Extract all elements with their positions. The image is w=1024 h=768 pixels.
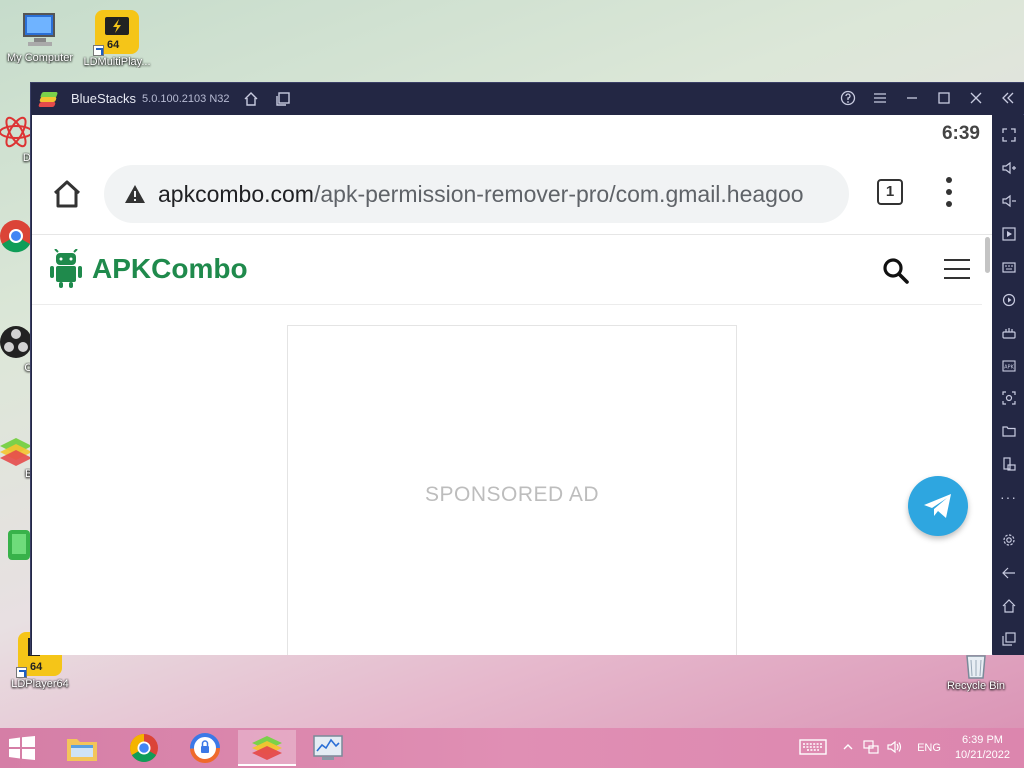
bluestacks-window: BlueStacks 5.0.100.2103 N32 6:39 apkcomb… [30, 82, 1024, 655]
media-manager-icon[interactable] [993, 218, 1024, 251]
computer-icon [18, 8, 62, 52]
scrollbar-thumb[interactable] [985, 237, 990, 273]
chrome-icon [130, 734, 158, 762]
ldmultiplayer-icon: 64 [93, 8, 141, 56]
tab-switcher-button[interactable]: 1 [877, 179, 903, 205]
folder-icon[interactable] [993, 415, 1024, 448]
window-title: BlueStacks [71, 91, 137, 106]
monitor-chart-icon [313, 735, 343, 760]
bluestacks-icon [252, 736, 282, 760]
multi-instance-icon[interactable] [272, 88, 294, 110]
bluestacks-titlebar[interactable]: BlueStacks 5.0.100.2103 N32 [31, 83, 1024, 114]
more-icon[interactable]: ··· [993, 481, 1024, 514]
ad-label: SPONSORED AD [424, 483, 600, 506]
keyboard-icon[interactable] [993, 251, 1024, 284]
minimize-icon[interactable] [901, 87, 923, 109]
site-name[interactable]: APKCombo [92, 253, 248, 285]
shortcut-arrow-icon [93, 45, 104, 56]
volume-icon[interactable] [887, 740, 903, 757]
game-controls-icon[interactable] [993, 316, 1024, 349]
touch-keyboard-icon[interactable] [799, 738, 827, 758]
desktop-icon-label: My Computer [6, 52, 74, 64]
telegram-button[interactable] [908, 476, 968, 536]
home-icon[interactable] [993, 589, 1024, 622]
desktop-icon-label: LDMultiPlay... [83, 56, 151, 68]
android-screen[interactable]: 6:39 apkcombo.com/apk-permission-remover… [32, 115, 992, 655]
help-icon[interactable] [837, 87, 859, 109]
overflow-menu-icon[interactable] [944, 177, 954, 207]
network-icon[interactable] [863, 739, 879, 757]
recycle-bin-icon [961, 652, 991, 680]
android-robot-logo-icon[interactable] [48, 248, 84, 289]
settings-icon[interactable] [993, 524, 1024, 557]
desktop-icon-my-computer[interactable]: My Computer [0, 8, 80, 64]
rotate-icon[interactable] [993, 448, 1024, 481]
taskbar-chrome[interactable] [115, 730, 173, 766]
system-tray: ENG 6:39 PM 10/21/2022 [799, 728, 1024, 768]
volume-up-icon[interactable] [993, 152, 1024, 185]
bluestacks-logo-icon [38, 90, 59, 108]
hamburger-menu-icon[interactable] [944, 259, 970, 279]
badge-64: 64 [107, 39, 120, 51]
status-bar-time: 6:39 [941, 123, 980, 144]
clock-date: 10/21/2022 [954, 749, 1010, 761]
desktop-icon-label: LDPlayer64 [11, 678, 69, 690]
volume-down-icon[interactable] [993, 185, 1024, 218]
home-icon[interactable] [240, 88, 262, 110]
warning-icon [124, 184, 146, 204]
language-indicator[interactable]: ENG [917, 742, 941, 754]
install-apk-icon[interactable]: APK [993, 349, 1024, 382]
desktop-icon-label: Recycle Bin [946, 680, 1006, 692]
taskbar: ENG 6:39 PM 10/21/2022 [0, 728, 1024, 768]
macro-icon[interactable] [993, 283, 1024, 316]
menu-icon[interactable] [869, 87, 891, 109]
maximize-icon[interactable] [933, 87, 955, 109]
close-icon[interactable] [965, 87, 987, 109]
file-explorer-icon [67, 739, 97, 761]
bluestacks-sidebar: APK ··· [993, 115, 1024, 655]
fullscreen-icon[interactable] [993, 119, 1024, 152]
site-header: APKCombo [32, 235, 982, 305]
url-domain: apkcombo.com [158, 180, 314, 207]
search-icon[interactable] [882, 257, 910, 285]
chrome-home-button[interactable] [50, 177, 84, 211]
windows-start-icon[interactable] [8, 736, 38, 762]
show-hidden-icons-icon[interactable] [843, 742, 853, 754]
back-icon[interactable] [993, 556, 1024, 589]
taskbar-bluestacks[interactable] [238, 730, 296, 766]
telegram-icon [924, 494, 951, 518]
chrome-toolbar: apkcombo.com/apk-permission-remover-pro/… [32, 155, 992, 235]
desktop-icon-ldmultiplayer[interactable]: 64 LDMultiPlay... [77, 8, 157, 68]
url-path: /apk-permission-remover-pro/com.gmail.he… [313, 180, 804, 207]
url-text: apkcombo.com/apk-permission-remover-pro/… [158, 181, 804, 208]
taskbar-vpn[interactable] [176, 730, 234, 766]
address-bar[interactable]: apkcombo.com/apk-permission-remover-pro/… [104, 165, 849, 223]
desktop-icon-recycle-bin[interactable]: Recycle Bin [936, 652, 1016, 692]
badge-64: 64 [30, 661, 43, 673]
collapse-sidebar-icon[interactable] [997, 87, 1019, 109]
taskbar-resource-monitor[interactable] [299, 730, 357, 766]
clock-time: 6:39 PM [961, 734, 1003, 746]
recent-apps-icon[interactable] [993, 622, 1024, 655]
clock[interactable]: 6:39 PM 10/21/2022 [955, 733, 1010, 763]
window-version: 5.0.100.2103 N32 [142, 92, 230, 105]
svg-text:APK: APK [1004, 364, 1014, 370]
screenshot-icon[interactable] [993, 382, 1024, 415]
shortcut-arrow-icon [16, 667, 27, 678]
vpn-shield-icon [190, 733, 220, 763]
taskbar-file-explorer[interactable] [53, 730, 111, 766]
sponsored-ad[interactable]: SPONSORED AD [287, 325, 737, 655]
